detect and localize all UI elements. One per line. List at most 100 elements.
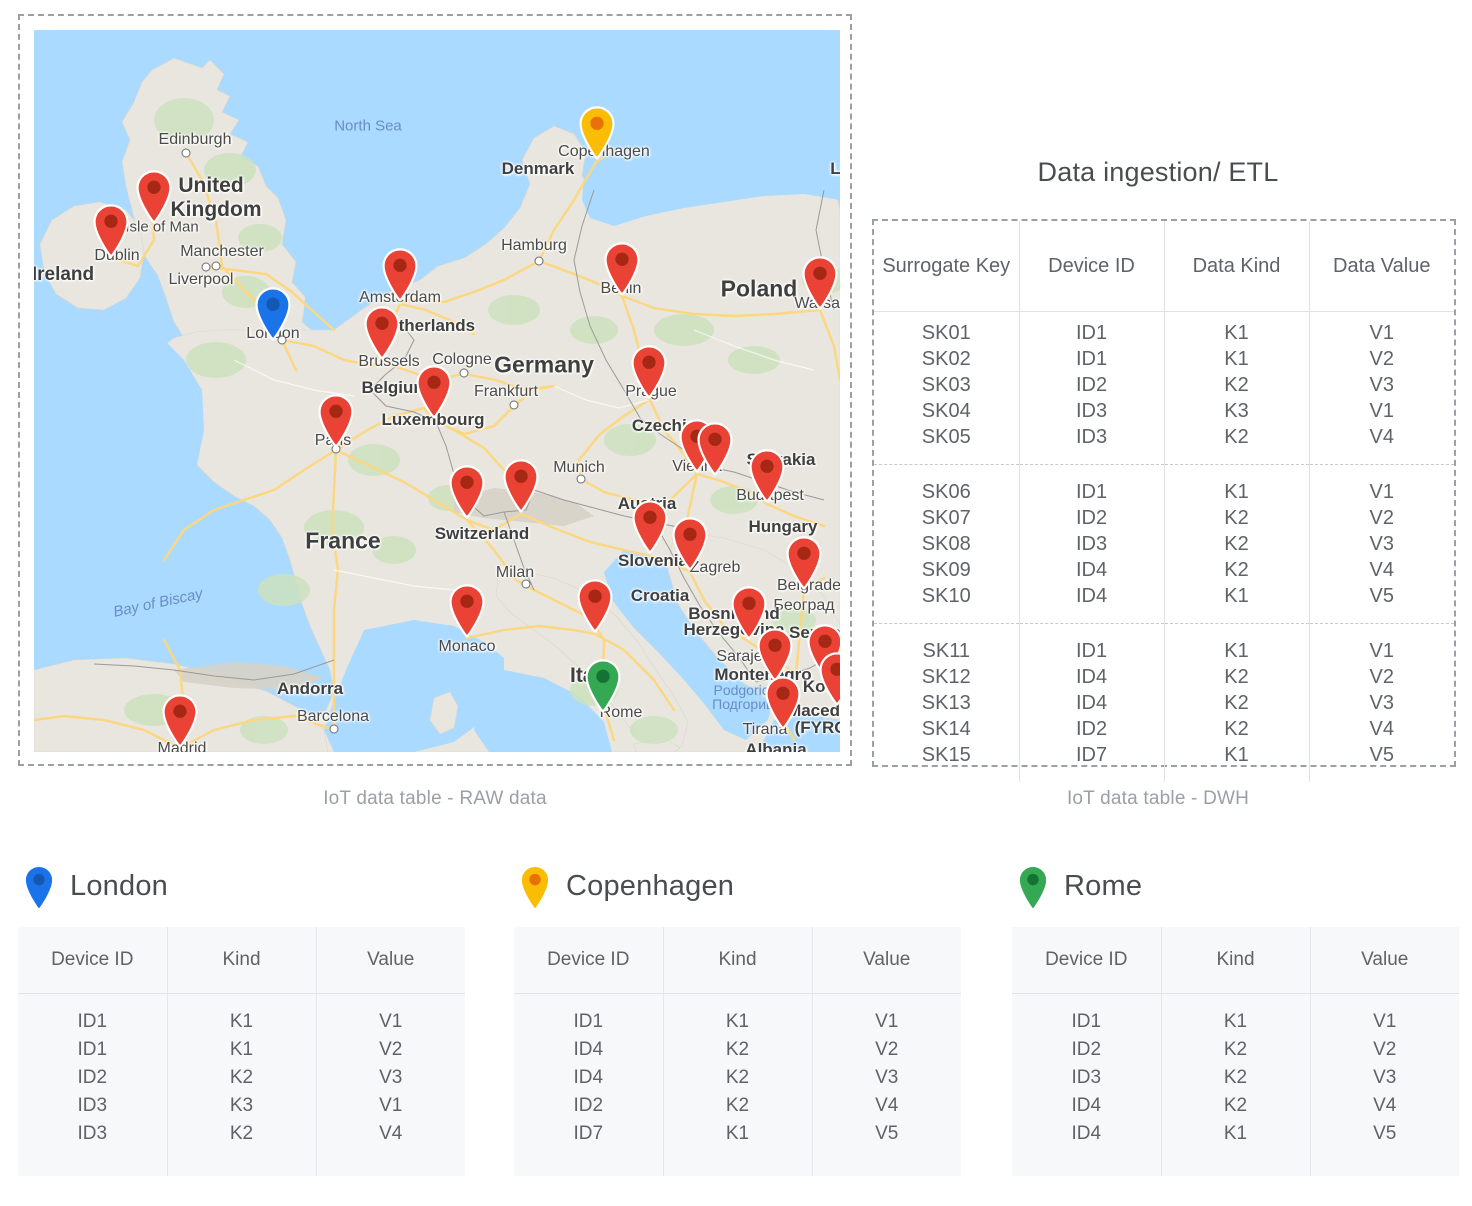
map-pin-red-icon[interactable] — [696, 421, 734, 476]
dwh-group-spacer — [874, 623, 1454, 638]
map-pin-red-icon[interactable] — [818, 651, 840, 706]
map-pin-blue-icon[interactable] — [254, 286, 292, 341]
map-pin-red-icon[interactable] — [756, 627, 794, 682]
city-table-row: ID3 K2 V4 — [18, 1120, 465, 1148]
dwh-cell: K2 — [1164, 531, 1310, 557]
city-cell: ID2 — [514, 1092, 664, 1120]
city-table-row: ID4 K2 V2 — [514, 1036, 961, 1064]
city-row-spacer — [18, 1148, 465, 1176]
city-col-header: Device ID — [18, 927, 168, 994]
city-table-row: ID4 K2 V3 — [514, 1064, 961, 1092]
city-name: Rome — [1064, 869, 1143, 902]
map-pin-red-icon[interactable] — [502, 458, 540, 513]
city-cell: K1 — [663, 1008, 813, 1036]
city-table-row: ID3 K2 V3 — [1012, 1064, 1459, 1092]
map-pin-red-icon[interactable] — [603, 241, 641, 296]
city-table-row: ID2 K2 V4 — [514, 1092, 961, 1120]
dwh-cell: K2 — [1164, 664, 1310, 690]
city-table-row: ID2 K2 V3 — [18, 1064, 465, 1092]
dwh-cell: K2 — [1164, 716, 1310, 742]
map-pin-red-icon[interactable] — [801, 255, 839, 310]
city-block-london: London Device ID Kind Value ID1 K1 V1 ID1 K1 V2 ID… — [18, 855, 465, 1176]
dwh-cell: V3 — [1369, 374, 1394, 396]
dwh-group-spacer — [874, 311, 1454, 320]
dwh-cell: SK05 — [874, 424, 1020, 450]
europe-map[interactable]: North Sea Edinburgh United Kingdom Isle of M… — [34, 30, 840, 752]
city-data-table: Device ID Kind Value ID1 K1 V1 ID1 K1 V2 ID2 K2 V3 I… — [18, 927, 465, 1176]
etl-title: Data ingestion/ ETL — [1037, 157, 1279, 187]
dwh-group-divider — [874, 768, 1454, 782]
dwh-cell: V1 — [1369, 640, 1394, 662]
dwh-cell: K1 — [1164, 583, 1310, 609]
map-pin-yellow-icon[interactable] — [578, 105, 616, 160]
map-pin-red-icon[interactable] — [381, 247, 419, 302]
dwh-table-row: SK01 ID1 K1 V1 — [874, 320, 1454, 346]
city-cell: V5 — [1373, 1123, 1397, 1144]
dwh-cell: ID1 — [1019, 346, 1165, 372]
dwh-cell: V4 — [1369, 559, 1394, 581]
city-tables-section: London Device ID Kind Value ID1 K1 V1 ID1 K1 V2 ID… — [0, 855, 1472, 1195]
city-col-header: Device ID — [514, 927, 664, 994]
dwh-col-data-value: Data Value — [1309, 221, 1454, 312]
dwh-table: Surrogate Key Device ID Data Kind Data V… — [874, 221, 1454, 782]
dwh-cell: ID4 — [1019, 664, 1165, 690]
city-cell: ID3 — [1012, 1064, 1162, 1092]
city-cell: K2 — [1161, 1092, 1311, 1120]
dwh-col-data-kind: Data Kind — [1164, 221, 1310, 312]
city-cell: ID3 — [18, 1092, 168, 1120]
city-cell: V1 — [1373, 1011, 1397, 1032]
map-city-dot-icon — [521, 579, 531, 589]
map-pin-red-icon[interactable] — [630, 344, 668, 399]
dwh-cell: SK11 — [874, 638, 1020, 664]
city-table-row: ID2 K2 V2 — [1012, 1036, 1459, 1064]
map-pin-green-icon[interactable] — [584, 658, 622, 713]
city-cell: ID4 — [1012, 1092, 1162, 1120]
map-pin-london-icon — [22, 864, 56, 911]
map-pin-red-icon[interactable] — [161, 693, 199, 748]
city-cell: ID2 — [1012, 1036, 1162, 1064]
dwh-table-row: SK15 ID7 K1 V5 — [874, 742, 1454, 768]
city-block-copenhagen: Copenhagen Device ID Kind Value ID1 K1 V1 ID4 K2… — [514, 855, 961, 1176]
map-pin-red-icon[interactable] — [631, 499, 669, 554]
city-block-rome: Rome Device ID Kind Value ID1 K1 V1 ID2 K2 V2 ID3 K… — [1012, 855, 1459, 1176]
dwh-cell: V2 — [1369, 348, 1394, 370]
dwh-cell: ID7 — [1019, 742, 1165, 768]
city-cell: ID4 — [514, 1064, 664, 1092]
dwh-cell: ID1 — [1019, 638, 1165, 664]
map-pin-red-icon[interactable] — [363, 305, 401, 360]
city-header: London — [18, 855, 465, 917]
dwh-cell: K1 — [1164, 742, 1310, 768]
dwh-table-row: SK11 ID1 K1 V1 — [874, 638, 1454, 664]
dwh-cell: ID4 — [1019, 690, 1165, 716]
city-cell: K1 — [663, 1120, 813, 1148]
dwh-group-divider — [874, 609, 1454, 624]
dwh-table-row: SK06 ID1 K1 V1 — [874, 479, 1454, 505]
city-cell: K1 — [167, 1036, 317, 1064]
dwh-cell: V3 — [1369, 692, 1394, 714]
map-pin-red-icon[interactable] — [671, 516, 709, 571]
map-pin-red-icon[interactable] — [415, 364, 453, 419]
dwh-cell: K2 — [1164, 505, 1310, 531]
map-pin-red-icon[interactable] — [785, 535, 823, 590]
city-col-header: Value — [812, 927, 961, 994]
city-header-row: Device ID Kind Value — [514, 927, 961, 994]
map-city-dot-icon — [201, 262, 211, 272]
map-pin-red-icon[interactable] — [448, 464, 486, 519]
city-row-spacer — [514, 993, 961, 1008]
map-pin-red-icon[interactable] — [448, 583, 486, 638]
map-pin-red-icon[interactable] — [135, 169, 173, 224]
map-city-dot-icon — [211, 261, 221, 271]
city-cell: K3 — [167, 1092, 317, 1120]
city-cell: V2 — [875, 1039, 899, 1060]
city-cell: ID2 — [18, 1064, 168, 1092]
map-pin-red-icon[interactable] — [317, 393, 355, 448]
dwh-col-device-id: Device ID — [1019, 221, 1165, 312]
dwh-cell: SK09 — [874, 557, 1020, 583]
map-pin-red-icon[interactable] — [576, 578, 614, 633]
city-cell: ID1 — [514, 1008, 664, 1036]
map-pin-red-icon[interactable] — [764, 675, 802, 730]
map-pin-red-icon[interactable] — [92, 203, 130, 258]
dwh-group-divider — [874, 450, 1454, 465]
map-pin-red-icon[interactable] — [748, 448, 786, 503]
city-cell: V4 — [379, 1123, 403, 1144]
